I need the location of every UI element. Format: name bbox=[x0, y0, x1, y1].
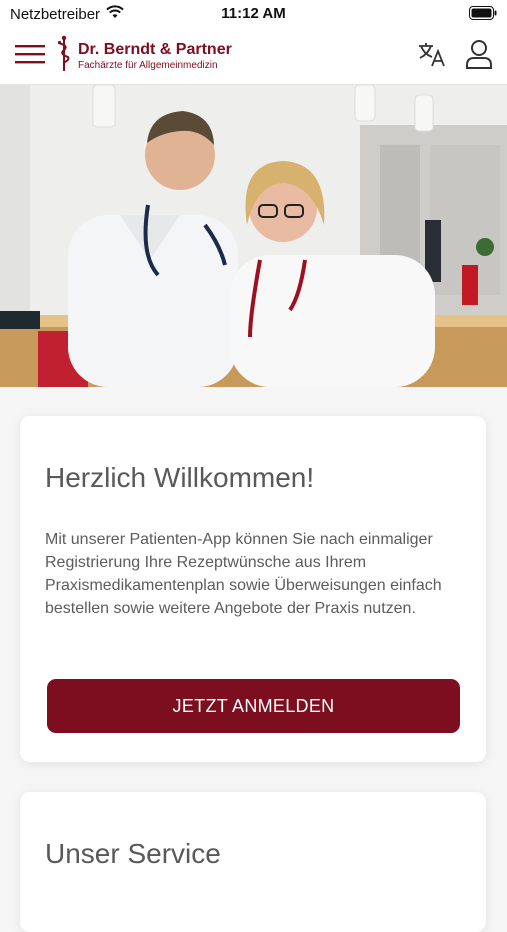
hamburger-menu-icon bbox=[15, 44, 45, 69]
service-title: Unser Service bbox=[45, 838, 221, 869]
logo-subtitle: Fachärzte für Allgemeinmedizin bbox=[78, 59, 218, 71]
translate-icon bbox=[417, 41, 447, 72]
status-bar: Netzbetreiber 11:12 AM bbox=[0, 0, 507, 28]
logo-text: Dr. Berndt & Partner Fachärzte für Allge… bbox=[78, 40, 232, 71]
account-button[interactable] bbox=[462, 39, 496, 73]
clock: 11:12 AM bbox=[221, 5, 286, 22]
practice-logo: Dr. Berndt & Partner Fachärzte für Allge… bbox=[56, 33, 242, 79]
menu-button[interactable] bbox=[14, 40, 46, 72]
login-button[interactable]: JETZT ANMELDEN bbox=[47, 679, 460, 733]
language-button[interactable] bbox=[414, 40, 450, 72]
hero-image bbox=[0, 85, 507, 387]
service-card: Unser Service bbox=[20, 792, 486, 932]
user-icon bbox=[465, 39, 493, 74]
caduceus-icon bbox=[56, 35, 72, 78]
logo-title: Dr. Berndt & Partner bbox=[78, 40, 232, 58]
practice-team-photo bbox=[0, 85, 507, 387]
app-header: Dr. Berndt & Partner Fachärzte für Allge… bbox=[0, 28, 507, 85]
welcome-card: Herzlich Willkommen! Mit unserer Patient… bbox=[20, 416, 486, 762]
welcome-text: Mit unserer Patienten-App können Sie nac… bbox=[45, 531, 442, 617]
welcome-title: Herzlich Willkommen! bbox=[45, 462, 315, 493]
battery-icon bbox=[469, 6, 497, 24]
